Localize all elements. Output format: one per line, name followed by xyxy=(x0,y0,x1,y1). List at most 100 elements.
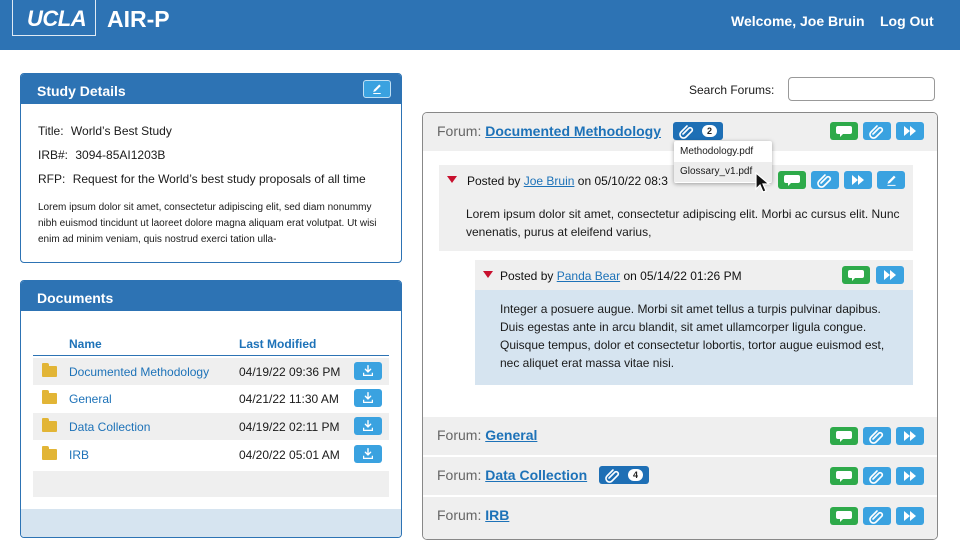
folder-icon xyxy=(42,390,57,404)
documents-footer xyxy=(21,509,401,537)
post-date: 05/10/22 08:3 xyxy=(594,174,668,188)
attach-button[interactable] xyxy=(863,122,891,140)
chat-bubble-icon xyxy=(836,126,852,137)
folder-icon xyxy=(42,418,57,432)
fast-forward-icon xyxy=(884,270,896,280)
column-header-name[interactable]: Name xyxy=(69,337,102,351)
download-icon xyxy=(362,392,374,404)
document-date: 04/20/22 05:01 AM xyxy=(239,448,340,462)
table-row: General 04/21/22 11:30 AM xyxy=(33,385,389,412)
author-link[interactable]: Panda Bear xyxy=(557,269,620,283)
chat-bubble-icon xyxy=(836,511,852,522)
table-row: Documented Methodology 04/19/22 09:36 PM xyxy=(33,358,389,385)
author-link[interactable]: Joe Bruin xyxy=(524,174,575,188)
reply-button[interactable] xyxy=(842,266,870,284)
document-link[interactable]: IRB xyxy=(69,448,89,462)
fast-forward-icon xyxy=(852,175,864,185)
paperclip-icon xyxy=(869,470,884,484)
empty-row xyxy=(33,471,389,497)
documents-header: Documents xyxy=(21,281,401,311)
download-button[interactable] xyxy=(354,417,382,435)
document-link[interactable]: Data Collection xyxy=(69,420,150,434)
open-forum-button[interactable] xyxy=(896,507,924,525)
download-button[interactable] xyxy=(354,362,382,380)
download-icon xyxy=(362,365,374,377)
edit-post-button[interactable] xyxy=(877,171,905,189)
download-button[interactable] xyxy=(354,445,382,463)
paperclip-icon xyxy=(869,510,884,524)
pencil-icon xyxy=(372,84,382,94)
caret-down-icon[interactable] xyxy=(447,176,457,183)
search-label: Search Forums: xyxy=(689,83,775,97)
attach-button[interactable] xyxy=(863,427,891,445)
study-details-title: Study Details xyxy=(37,83,126,99)
document-link[interactable]: General xyxy=(69,392,112,406)
reply-button[interactable] xyxy=(830,427,858,445)
irb-label: IRB#: xyxy=(38,148,69,162)
edit-study-button[interactable] xyxy=(363,80,391,98)
forum-prefix: Forum: xyxy=(437,467,482,483)
post-body: Lorem ipsum dolor sit amet, consectetur … xyxy=(439,195,913,251)
chat-bubble-icon xyxy=(784,175,800,186)
logout-link[interactable]: Log Out xyxy=(880,13,934,29)
attachment-count: 4 xyxy=(628,469,643,481)
column-header-last-modified[interactable]: Last Modified xyxy=(239,337,316,351)
study-description: Lorem ipsum dolor sit amet, consectetur … xyxy=(38,202,377,245)
reply-button[interactable] xyxy=(830,122,858,140)
app-title: AIR-P xyxy=(107,6,170,32)
post-meta: Posted by Panda Bear on 05/14/22 01:26 P… xyxy=(500,269,742,283)
documents-title: Documents xyxy=(37,290,114,306)
paperclip-icon xyxy=(679,125,694,139)
pencil-icon xyxy=(886,174,896,186)
forum-title: Forum: General xyxy=(437,427,537,443)
open-post-button[interactable] xyxy=(844,171,872,189)
forum-link[interactable]: General xyxy=(485,427,537,443)
open-post-button[interactable] xyxy=(876,266,904,284)
welcome-text: Welcome, Joe Bruin xyxy=(731,13,865,29)
fast-forward-icon xyxy=(904,126,916,136)
attach-button[interactable] xyxy=(811,171,839,189)
irb-row: IRB#: 3094-85AI1203B xyxy=(38,148,165,162)
download-icon xyxy=(362,420,374,432)
study-details-panel: Study Details Title: World’s Best Study … xyxy=(20,73,402,263)
reply-button[interactable] xyxy=(830,507,858,525)
forum-title: Forum: Documented Methodology xyxy=(437,123,661,139)
caret-down-icon[interactable] xyxy=(483,271,493,278)
document-link[interactable]: Documented Methodology xyxy=(69,365,209,379)
irb-value: 3094-85AI1203B xyxy=(75,148,166,162)
forum-title: Forum: Data Collection xyxy=(437,467,587,483)
open-forum-button[interactable] xyxy=(896,122,924,140)
attachments-badge[interactable]: 2 xyxy=(673,122,723,140)
search-forums-input[interactable] xyxy=(788,77,935,101)
post-body: Integer a posuere augue. Morbi sit amet … xyxy=(475,290,913,385)
forum-link[interactable]: Documented Methodology xyxy=(485,123,661,139)
forum-link[interactable]: Data Collection xyxy=(485,467,587,483)
forum-link[interactable]: IRB xyxy=(485,507,509,523)
attachment-item[interactable]: Methodology.pdf xyxy=(680,146,753,157)
rfp-value: Request for the World’s best study propo… xyxy=(72,172,366,186)
attach-button[interactable] xyxy=(863,467,891,485)
forum-prefix: Forum: xyxy=(437,123,482,139)
study-title-value: World’s Best Study xyxy=(70,124,172,138)
paperclip-icon xyxy=(869,430,884,444)
documents-panel: Documents Name Last Modified Documented … xyxy=(20,280,402,538)
forum-prefix: Forum: xyxy=(437,427,482,443)
open-forum-button[interactable] xyxy=(896,467,924,485)
attachments-badge[interactable]: 4 xyxy=(599,466,649,484)
reply-button[interactable] xyxy=(778,171,806,189)
download-button[interactable] xyxy=(354,389,382,407)
paperclip-icon xyxy=(605,469,620,483)
attach-button[interactable] xyxy=(863,507,891,525)
fast-forward-icon xyxy=(904,511,916,521)
forum-header: Forum: General xyxy=(423,417,937,455)
open-forum-button[interactable] xyxy=(896,427,924,445)
folder-icon xyxy=(42,363,57,377)
rfp-label: RFP: xyxy=(38,172,66,186)
posted-prefix: Posted by xyxy=(500,269,554,283)
table-row: IRB 04/20/22 05:01 AM xyxy=(33,441,389,468)
reply-button[interactable] xyxy=(830,467,858,485)
post-meta: Posted by Joe Bruin on 05/10/22 08:3 xyxy=(467,174,668,188)
document-date: 04/19/22 09:36 PM xyxy=(239,365,341,379)
document-date: 04/21/22 11:30 AM xyxy=(239,392,339,406)
paperclip-icon xyxy=(817,174,832,188)
